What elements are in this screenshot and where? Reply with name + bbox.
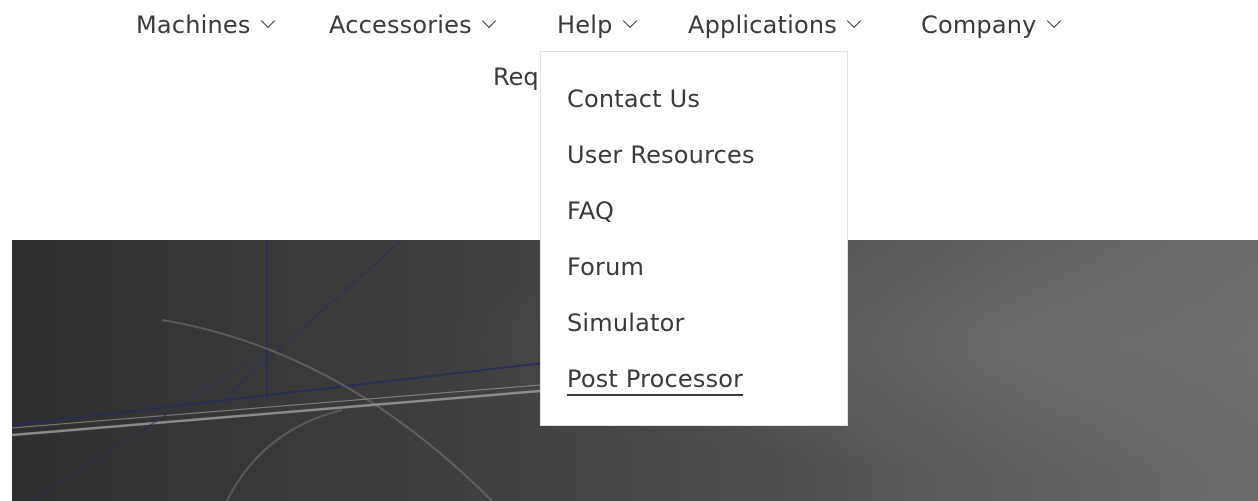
chevron-down-icon — [622, 13, 637, 29]
main-navigation: Machines Accessories Help Applications C… — [0, 8, 1258, 42]
chevron-down-icon — [260, 13, 275, 29]
menu-item-simulator[interactable]: Simulator — [567, 306, 685, 340]
nav-item-partial[interactable]: Req — [493, 60, 539, 94]
chevron-down-icon — [846, 13, 862, 29]
help-dropdown-menu: Contact Us User Resources FAQ Forum Simu… — [540, 51, 848, 426]
menu-item-forum[interactable]: Forum — [567, 250, 644, 284]
nav-item-applications[interactable]: Applications — [688, 8, 862, 42]
menu-item-post-processor[interactable]: Post Processor — [567, 364, 744, 396]
menu-item-user-resources[interactable]: User Resources — [567, 138, 755, 172]
nav-item-help[interactable]: Help — [557, 8, 637, 42]
nav-item-label: Applications — [688, 11, 838, 39]
menu-item-contact-us[interactable]: Contact Us — [567, 82, 700, 116]
nav-item-label: Accessories — [329, 11, 472, 39]
nav-item-label: Help — [557, 11, 613, 39]
nav-item-label: Machines — [136, 11, 251, 39]
nav-item-accessories[interactable]: Accessories — [329, 8, 496, 42]
chevron-down-icon — [481, 13, 496, 29]
chevron-down-icon — [1046, 13, 1061, 29]
nav-item-machines[interactable]: Machines — [136, 8, 275, 42]
nav-item-company[interactable]: Company — [921, 8, 1061, 42]
menu-item-faq[interactable]: FAQ — [567, 194, 614, 228]
nav-item-label: Company — [921, 11, 1037, 39]
